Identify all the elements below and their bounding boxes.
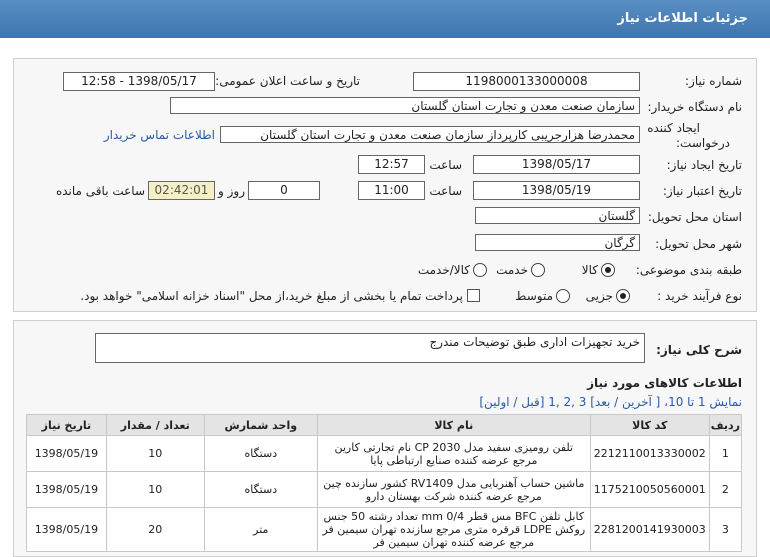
need-number-field[interactable]: 1198000133000008: [413, 72, 640, 91]
process-minor-label: جزیی: [585, 289, 613, 303]
cell-row: 1: [708, 435, 743, 472]
creator-label-2: درخواست:: [676, 136, 730, 150]
days-label: روز و: [218, 184, 245, 198]
cell-unit: دستگاه: [203, 471, 318, 508]
cell-code: 1175210050560001: [589, 471, 710, 508]
create-date-field[interactable]: 1398/05/17: [473, 155, 640, 174]
cell-row: 2: [708, 471, 743, 508]
cell-name: تلفن رومیزی سفید مدل CP 2030 نام تجارتی …: [316, 435, 591, 472]
goods-pager[interactable]: نمایش 1 تا 10، [ آخرین / بعد] 3 ,2 ,1 [ق…: [479, 395, 742, 409]
category-service-radio[interactable]: [531, 263, 545, 277]
valid-date-label: تاریخ اعتبار نیاز:: [662, 184, 742, 198]
process-minor-radio[interactable]: [616, 289, 630, 303]
table-row[interactable]: 1 2212110013330002 تلفن رومیزی سفید مدل …: [26, 435, 743, 472]
process-label: نوع فرآیند خرید :: [657, 289, 742, 303]
announce-label: تاریخ و ساعت اعلان عمومی:: [215, 74, 360, 88]
create-time-label: ساعت: [429, 158, 462, 172]
goods-title: اطلاعات کالاهای مورد نیاز: [587, 376, 742, 390]
cell-name: ماشین حساب آهنربایی مدل RV1409 کشور سازن…: [316, 471, 591, 508]
page-header: جزئیات اطلاعات نیاز: [0, 0, 770, 38]
remaining-time-field: 02:42:01: [148, 181, 215, 200]
need-number-label: شماره نیاز:: [685, 74, 742, 88]
cell-qty: 10: [105, 471, 205, 508]
remaining-label: ساعت باقی مانده: [55, 184, 145, 198]
page-title: جزئیات اطلاعات نیاز: [617, 11, 748, 26]
province-label: استان محل تحویل:: [647, 210, 742, 224]
cell-qty: 10: [105, 435, 205, 472]
treasury-payment-note: پرداخت تمام یا بخشی از مبلغ خرید،از محل …: [80, 289, 463, 303]
cell-date: 1398/05/19: [26, 435, 107, 472]
table-row[interactable]: 2 1175210050560001 ماشین حساب آهنربایی م…: [26, 471, 743, 508]
category-goods-radio[interactable]: [601, 263, 615, 277]
process-medium-label: متوسط: [515, 289, 553, 303]
summary-label: شرح کلی نیاز:: [656, 343, 742, 357]
category-label: طبقه بندی موضوعی:: [635, 263, 742, 277]
creator-label-1: ایجاد کننده: [647, 121, 700, 135]
summary-field[interactable]: خرید تجهیزات اداری طبق توضیحات مندرج: [95, 333, 645, 363]
col-name: نام کالا: [316, 414, 591, 436]
days-field[interactable]: 0: [248, 181, 320, 200]
buyer-org-label: نام دستگاه خریدار:: [647, 100, 743, 114]
city-label: شهر محل تحویل:: [655, 237, 742, 251]
col-unit: واحد شمارش: [203, 414, 318, 436]
cell-code: 2212110013330002: [589, 435, 710, 472]
col-code: کد کالا: [589, 414, 710, 436]
treasury-payment-checkbox[interactable]: [467, 289, 480, 302]
province-field[interactable]: گلستان: [475, 207, 640, 224]
cell-date: 1398/05/19: [26, 471, 107, 508]
goods-table: ردیف کد کالا نام کالا واحد شمارش تعداد /…: [26, 414, 743, 552]
valid-date-field[interactable]: 1398/05/19: [473, 181, 640, 200]
contact-buyer-link[interactable]: اطلاعات تماس خریدار: [104, 128, 215, 142]
category-service-label: خدمت: [496, 263, 528, 277]
create-time-field[interactable]: 12:57: [358, 155, 425, 174]
cell-unit: دستگاه: [203, 435, 318, 472]
col-row: ردیف: [708, 414, 743, 436]
table-header-row: ردیف کد کالا نام کالا واحد شمارش تعداد /…: [26, 414, 743, 436]
creator-field[interactable]: محمدرضا هزارجریبی کارپرداز سازمان صنعت م…: [220, 126, 640, 143]
buyer-org-field[interactable]: سازمان صنعت معدن و تجارت استان گلستان: [170, 97, 640, 114]
city-field[interactable]: گرگان: [475, 234, 640, 251]
process-medium-radio[interactable]: [556, 289, 570, 303]
category-goods-label: کالا: [581, 263, 598, 277]
announce-field[interactable]: 1398/05/17 - 12:58: [63, 72, 215, 91]
create-date-label: تاریخ ایجاد نیاز:: [666, 158, 742, 172]
category-both-label: کالا/خدمت: [417, 263, 470, 277]
category-both-radio[interactable]: [473, 263, 487, 277]
valid-time-label: ساعت: [429, 184, 462, 198]
col-qty: تعداد / مقدار: [105, 414, 205, 436]
col-date: تاریخ نیاز: [26, 414, 107, 436]
valid-time-field[interactable]: 11:00: [358, 181, 425, 200]
